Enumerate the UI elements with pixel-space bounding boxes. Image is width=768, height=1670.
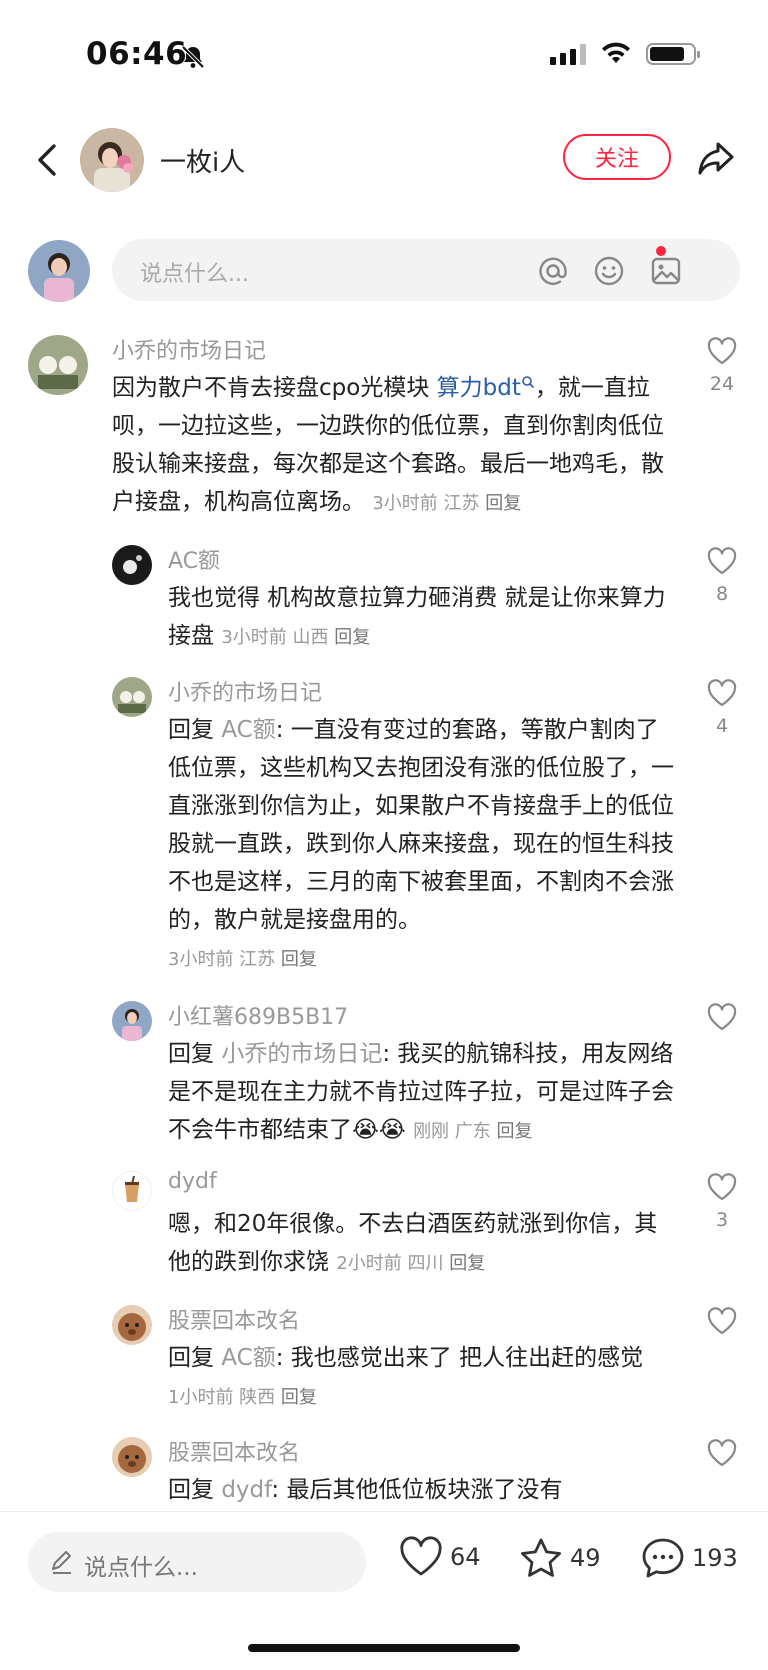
commenter-name[interactable]: 小乔的市场日记 [168, 675, 322, 707]
mention-link[interactable]: 小乔的市场日记 [221, 1041, 382, 1067]
heart-icon [707, 1003, 737, 1031]
comment-meta: 3小时前 山西 [221, 627, 329, 648]
like-count: 64 [450, 1543, 481, 1571]
comment-list: 小乔的市场日记 因为散户不肯去接盘cpo光模块 算力bdt ，就一直拉呗，一边拉这… [0, 335, 768, 1510]
wifi-icon [602, 42, 630, 63]
image-icon[interactable] [649, 254, 683, 288]
my-avatar [28, 240, 90, 302]
commenter-name[interactable]: 股票回本改名 [168, 1435, 300, 1467]
favorite-count: 49 [570, 1544, 601, 1572]
like-button[interactable]: 4 [704, 679, 740, 737]
back-icon[interactable] [28, 138, 68, 182]
bell-off-icon [181, 45, 205, 69]
commenter-name[interactable]: 小红薯689B5B17 [168, 999, 348, 1031]
reply-button[interactable]: 回复 [497, 1121, 533, 1142]
comment-count-button[interactable]: 193 [640, 1536, 738, 1580]
commenter-avatar[interactable] [112, 1437, 152, 1477]
comment-compose-row: 说点什么... [0, 238, 768, 302]
commenter-avatar[interactable] [112, 1305, 152, 1345]
heart-icon [707, 337, 737, 365]
bottom-input-placeholder: 说点什么... [84, 1555, 198, 1581]
mention-link[interactable]: AC额 [221, 1345, 275, 1371]
comment-meta: 3小时前 江苏 [168, 949, 276, 970]
comment-meta: 3小时前 江苏 [372, 493, 480, 514]
heart-icon [400, 1536, 442, 1576]
battery-icon [646, 43, 700, 65]
commenter-avatar[interactable] [112, 1171, 152, 1211]
heart-icon [707, 547, 737, 575]
commenter-name[interactable]: 股票回本改名 [168, 1303, 300, 1335]
reply-button[interactable]: 回复 [449, 1253, 485, 1274]
status-time: 06:46 [86, 36, 188, 72]
search-icon [522, 376, 534, 389]
comment-input[interactable]: 说点什么... [112, 239, 740, 301]
comment-meta: 1小时前 陕西 [168, 1387, 276, 1408]
favorite-button[interactable]: 49 [518, 1536, 601, 1580]
follow-button[interactable]: 关注 [563, 134, 671, 180]
reply-button[interactable]: 回复 [485, 493, 521, 514]
topic-link[interactable]: 算力bdt [437, 375, 521, 401]
emoji-icon[interactable] [592, 254, 626, 288]
comment-text: 回复 AC额: 一直没有变过的套路，等散户割肉了低位票，这些机构又去抱团没有涨的… [168, 717, 674, 970]
reply-button[interactable]: 回复 [281, 1387, 317, 1408]
bottom-comment-input[interactable]: 说点什么... [28, 1532, 366, 1592]
comment-text: 回复 小乔的市场日记: 我买的航锦科技，用友网络是不是现在主力就不肯拉过阵子拉，… [168, 1041, 674, 1143]
comment-text: 回复 AC额: 我也感觉出来了 把人往出赶的感觉 1小时前 陕西 回复 [168, 1345, 644, 1408]
star-icon [521, 1538, 561, 1577]
comment-input-placeholder: 说点什么... [140, 262, 249, 287]
comment-icon [642, 1538, 684, 1578]
signal-icon [550, 43, 586, 65]
commenter-avatar[interactable] [112, 545, 152, 585]
heart-icon [707, 679, 737, 707]
heart-icon [707, 1307, 737, 1335]
heart-icon [707, 1439, 737, 1467]
pencil-icon [52, 1551, 71, 1574]
comment-count: 193 [692, 1544, 738, 1572]
like-post-button[interactable]: 64 [398, 1536, 481, 1578]
commenter-avatar[interactable] [28, 335, 88, 395]
like-count: 8 [715, 583, 729, 605]
commenter-avatar[interactable] [112, 677, 152, 717]
reply-button[interactable]: 回复 [281, 949, 317, 970]
comment-meta: 2小时前 四川 [336, 1253, 444, 1274]
like-count: 4 [715, 715, 729, 737]
commenter-name[interactable]: dydf [168, 1169, 217, 1194]
commenter-name[interactable]: AC额 [168, 543, 220, 575]
like-count: 3 [715, 1209, 729, 1231]
post-header: 一枚ⅰ人 关注 [0, 120, 768, 200]
comment-text: 回复 dydf: 最后其他低位板块涨了没有 [168, 1477, 563, 1503]
like-button[interactable]: 24 [704, 337, 740, 395]
like-button[interactable] [704, 1307, 740, 1335]
author-name[interactable]: 一枚ⅰ人 [160, 142, 245, 179]
comment-text: 我也觉得 机构故意拉算力砸消费 就是让你来算力接盘 3小时前 山西 回复 [168, 585, 666, 649]
commenter-name[interactable]: 小乔的市场日记 [112, 335, 266, 365]
like-button[interactable]: 3 [704, 1173, 740, 1231]
comment-meta: 刚刚 广东 [413, 1121, 491, 1142]
reply-button[interactable]: 回复 [334, 627, 370, 648]
comment-text: 因为散户不肯去接盘cpo光模块 算力bdt ，就一直拉呗，一边拉这些，一边跌你的低… [112, 375, 664, 515]
like-button[interactable] [704, 1439, 740, 1467]
comment-text: 嗯，和20年很像。不去白酒医药就涨到你信，其他的跌到你求饶 2小时前 四川 回复 [168, 1211, 658, 1275]
author-avatar[interactable] [80, 128, 144, 192]
like-button[interactable] [704, 1003, 740, 1031]
like-count: 24 [709, 373, 735, 395]
heart-icon [707, 1173, 737, 1201]
crying-emoji: 😭😭 [352, 1117, 406, 1143]
home-indicator[interactable] [248, 1644, 520, 1652]
status-bar: 06:46 [0, 0, 768, 110]
commenter-avatar[interactable] [112, 1001, 152, 1041]
share-icon[interactable] [694, 136, 738, 180]
at-icon[interactable] [536, 254, 570, 288]
mention-link[interactable]: AC额 [221, 717, 275, 743]
like-button[interactable]: 8 [704, 547, 740, 605]
bottom-action-bar: 说点什么... 64 49 193 [0, 1511, 768, 1670]
mention-link[interactable]: dydf [221, 1477, 271, 1503]
